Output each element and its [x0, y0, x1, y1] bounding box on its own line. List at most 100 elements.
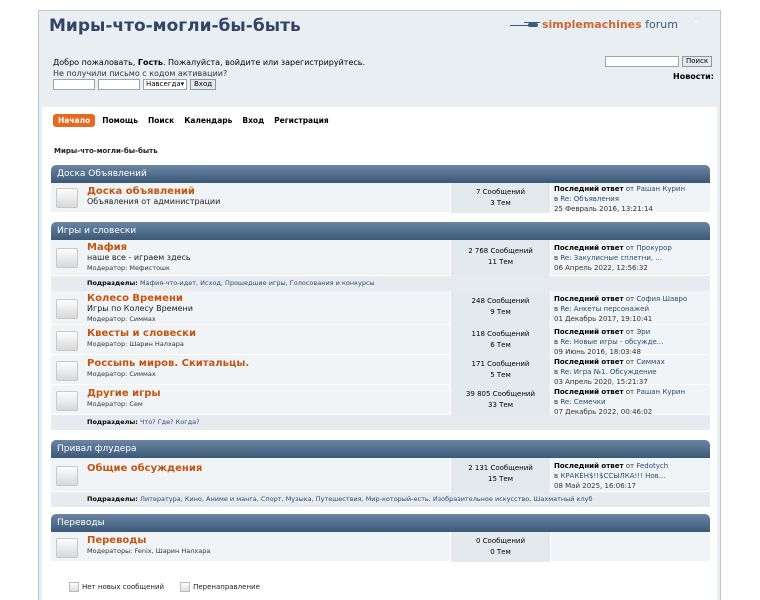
from-label: от: [623, 462, 637, 470]
last-post-author[interactable]: София Шавро: [636, 295, 687, 303]
posts-count: 39 805 Сообщений: [465, 390, 536, 398]
search-input[interactable]: [605, 56, 679, 67]
last-post-topic[interactable]: Re: Анкеты персонажей: [560, 305, 649, 313]
last-post: Последний ответ от Рашан Курин в Re: Объ…: [554, 184, 685, 214]
board-info: Квесты и словески Модератор: Шарин Налха…: [87, 329, 196, 349]
board-moderator[interactable]: Модератор: Мефистошк: [87, 263, 191, 273]
board-title[interactable]: Квесты и словески: [87, 329, 196, 339]
category-title[interactable]: Привал флудера: [51, 440, 710, 458]
menu-item-search[interactable]: Поиск: [145, 114, 177, 127]
board-moderator[interactable]: Модератор: Сем: [87, 399, 161, 409]
forum-title[interactable]: Миры-что-могли-бы-быть: [49, 16, 301, 36]
password-input[interactable]: [98, 79, 140, 90]
last-post-date: 08 Май 2025, 16:06:17: [554, 482, 636, 490]
last-post: Последний ответ от Эри в Re: Новые игры …: [554, 327, 663, 357]
posts-count: 248 Сообщений: [471, 297, 530, 305]
last-post-author[interactable]: Рашан Курин: [636, 388, 685, 396]
cookie-length-select[interactable]: Навсегда ▾: [143, 79, 187, 90]
login-form: Навсегда ▾ Вход: [53, 79, 217, 90]
board-title[interactable]: Общие обсуждения: [87, 464, 202, 474]
menu-item-login[interactable]: Вход: [239, 114, 267, 127]
board-moderator[interactable]: Модератор: Симмах: [87, 369, 249, 379]
board-moderator[interactable]: Модератор: Симмах: [87, 314, 193, 324]
last-post-topic[interactable]: Re: Игра №1. Обсуждение: [560, 368, 656, 376]
main-content: Начало Помощь Поиск Календарь Вход Регис…: [42, 107, 717, 600]
subforum-links[interactable]: Мафия-что-идет, Исход, Прошедшие игры, Г…: [140, 279, 375, 287]
username-input[interactable]: [53, 79, 95, 90]
welcome-greeting: Добро пожаловать,: [53, 58, 138, 67]
board-title[interactable]: Другие игры: [87, 389, 161, 399]
login-prompt[interactable]: . Пожалуйста, войдите или зарегистрируйт…: [163, 58, 365, 67]
category-translations: Переводы Переводы Модераторы: Fenix, Шар…: [51, 514, 710, 562]
menu-item-help[interactable]: Помощь: [99, 114, 141, 127]
subforums-row: Подразделы: Литература, Кино, Аниме и ма…: [51, 492, 710, 508]
last-post-author[interactable]: Симмах: [636, 358, 664, 366]
board-info: Колесо Времени Игры по Колесу Времени Мо…: [87, 294, 193, 324]
board-moderator[interactable]: Модератор: Шарин Налхара: [87, 339, 196, 349]
menu-item-home[interactable]: Начало: [53, 114, 96, 127]
last-post: Последний ответ от София Шавро в Re: Анк…: [554, 294, 687, 324]
search-button[interactable]: Поиск: [682, 56, 713, 67]
topics-count: 0 Тем: [490, 548, 511, 556]
last-post-topic[interactable]: Re: Новые игры - обсужде...: [560, 338, 663, 346]
topics-count: 9 Тем: [490, 308, 511, 316]
board-title[interactable]: Мафия: [87, 243, 191, 253]
topics-count: 11 Тем: [488, 258, 513, 266]
legend-no-new-label: Нет новых сообщений: [82, 583, 165, 591]
board-row: Переводы Модераторы: Fenix, Шарин Налхар…: [51, 532, 710, 562]
breadcrumb[interactable]: Миры-что-могли-бы-быть: [54, 147, 158, 155]
last-post-author[interactable]: Fedotych: [636, 462, 668, 470]
activation-link[interactable]: Не получили письмо с кодом активации?: [53, 68, 365, 79]
board-info: Общие обсуждения: [87, 464, 202, 474]
topics-count: 5 Тем: [490, 371, 511, 379]
topics-count: 15 Тем: [488, 475, 513, 483]
posts-count: 7 Сообщений: [475, 188, 526, 196]
board-title[interactable]: Доска объявлений: [87, 187, 220, 197]
subforum-links[interactable]: Что? Где? Когда?: [140, 418, 200, 426]
menu-item-register[interactable]: Регистрация: [271, 114, 332, 127]
last-post-topic[interactable]: Re: Закулисные сплетни, ...: [560, 254, 662, 262]
last-post-author[interactable]: Прокурор: [636, 244, 672, 252]
last-post-date: 06 Апрель 2022, 12:56:32: [554, 264, 648, 272]
category-title[interactable]: Доска Объявлений: [51, 165, 710, 183]
topics-count: 33 Тем: [488, 401, 513, 409]
category-announcements: Доска Объявлений Доска объявлений Объявл…: [51, 165, 710, 213]
subforum-links[interactable]: Литература, Кино, Аниме и манга, Спорт, …: [140, 495, 593, 503]
legend-no-new: Нет новых сообщений: [69, 582, 164, 592]
from-label: от: [623, 295, 637, 303]
board-title[interactable]: Переводы: [87, 536, 210, 546]
posts-count: 171 Сообщений: [471, 360, 530, 368]
board-title[interactable]: Колесо Времени: [87, 294, 193, 304]
category-title[interactable]: Игры и словески: [51, 222, 710, 240]
search-form: Поиск: [605, 56, 713, 67]
board-row: Колесо Времени Игры по Колесу Времени Мо…: [51, 291, 710, 325]
board-description: Объявления от администрации: [87, 197, 221, 206]
news-label: Новости:: [673, 72, 714, 81]
category-title[interactable]: Переводы: [51, 514, 710, 532]
login-button[interactable]: Вход: [190, 79, 217, 90]
last-post: Последний ответ от Симмах в Re: Игра №1.…: [554, 357, 665, 387]
category-games: Игры и словески Мафия наше все - играем …: [51, 222, 710, 430]
last-post-author[interactable]: Эри: [636, 328, 650, 336]
chevron-down-icon: ▾: [180, 80, 185, 88]
last-post-label: Последний ответ: [554, 244, 624, 252]
menu-item-calendar[interactable]: Календарь: [181, 114, 235, 127]
last-post-author[interactable]: Рашан Курин: [636, 185, 685, 193]
board-moderator[interactable]: Модераторы: Fenix, Шарин Налхара: [87, 546, 210, 556]
board-icon: [56, 466, 78, 486]
last-post-topic[interactable]: Re: Семечки: [560, 398, 605, 406]
collapse-header-button[interactable]: ⌃: [690, 19, 702, 31]
board-icon: [56, 391, 78, 411]
subforums-label: Подразделы:: [87, 279, 138, 287]
cookie-length-value: Навсегда: [146, 80, 181, 88]
category-flood: Привал флудера Общие обсуждения 2 131 Со…: [51, 440, 710, 508]
board-title[interactable]: Россыпь миров. Скитальцы.: [87, 359, 249, 369]
smf-logo[interactable]: simplemachines forum: [509, 18, 678, 31]
last-post-label: Последний ответ: [554, 185, 624, 193]
last-post-topic[interactable]: КРАКЕН$!!$ССЫЛКА!!! Нов...: [560, 472, 665, 480]
last-post-topic[interactable]: Re: Объявления: [560, 195, 619, 203]
posts-count: 0 Сообщений: [475, 537, 526, 545]
board-stats: 2 768 Сообщений 11 Тем: [450, 240, 551, 276]
last-post-date: 01 Декабрь 2017, 19:10:41: [554, 315, 653, 323]
last-post-label: Последний ответ: [554, 388, 624, 396]
